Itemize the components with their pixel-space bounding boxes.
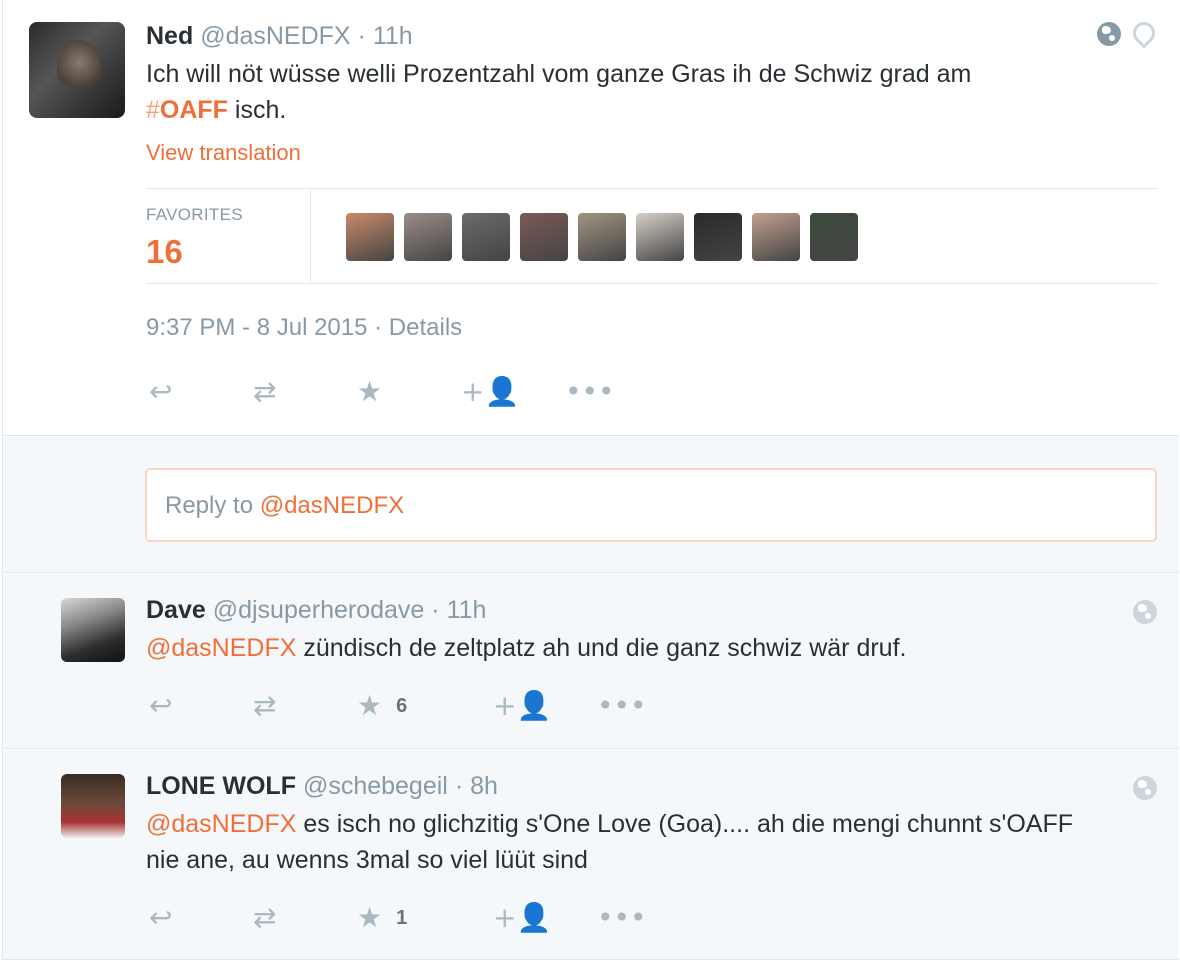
retweet-icon: ⇄	[253, 689, 277, 722]
author-name[interactable]: Ned	[146, 22, 193, 50]
location-pin-icon[interactable]	[1131, 22, 1153, 50]
tweet-header: Dave @djsuperherodave · 11h	[146, 596, 486, 625]
follow-icon: +👤	[461, 375, 520, 408]
globe-icon	[1133, 776, 1157, 800]
more-icon: •••	[597, 901, 647, 934]
separator: ·	[454, 772, 471, 800]
favoriter-avatar[interactable]	[578, 213, 626, 261]
mention-link[interactable]: @dasNEDFX	[146, 634, 296, 662]
view-translation-link[interactable]: View translation	[146, 140, 301, 166]
reply-placeholder: Reply to @dasNEDFX	[165, 492, 404, 520]
reply-input[interactable]: Reply to @dasNEDFX	[145, 468, 1157, 542]
stats-divider	[310, 189, 311, 283]
author-name[interactable]: LONE WOLF	[146, 772, 296, 800]
hashtag-symbol: #	[146, 96, 160, 124]
more-button[interactable]: •••	[565, 376, 669, 408]
favoriter-avatar[interactable]	[404, 213, 452, 261]
reply-icon: ↩	[149, 901, 173, 934]
tweet-time[interactable]: 8h	[470, 772, 498, 800]
hashtag-text: OAFF	[159, 96, 228, 124]
timestamp-text: 9:37 PM - 8 Jul 2015	[146, 314, 368, 341]
globe-icon	[1133, 600, 1157, 624]
favoriter-avatar[interactable]	[520, 213, 568, 261]
favoriter-avatars	[346, 213, 858, 261]
more-button[interactable]: •••	[597, 902, 701, 934]
reply-placeholder-text: Reply to	[165, 492, 260, 519]
avatar[interactable]	[61, 774, 125, 838]
retweet-icon: ⇄	[253, 901, 277, 934]
tweet-text: @dasNEDFX es isch no glichzitig s'One Lo…	[146, 806, 1106, 878]
tweet-text: Ich will nöt wüsse welli Prozentzahl vom…	[146, 56, 1146, 128]
author-handle[interactable]: @djsuperherodave	[213, 596, 425, 624]
reply-composer-area: Reply to @dasNEDFX	[3, 437, 1179, 573]
favoriter-avatar[interactable]	[752, 213, 800, 261]
tweet-timestamp: 9:37 PM - 8 Jul 2015 · Details	[146, 314, 462, 342]
tweet-actions: ↩ ⇄ ★ 1 +👤 •••	[149, 902, 701, 934]
tweet-text-body: Ich will nöt wüsse welli Prozentzahl vom…	[146, 60, 972, 88]
reply-icon: ↩	[149, 375, 173, 408]
tweet-stats: FAVORITES 16	[146, 188, 1158, 284]
reply-icon: ↩	[149, 689, 173, 722]
tweet-actions: ↩ ⇄ ★ 6 +👤 •••	[149, 690, 701, 722]
favorite-count: 6	[396, 694, 408, 717]
follow-button[interactable]: +👤	[493, 902, 597, 934]
tweet-permalink: Ned @dasNEDFX · 11h Ich will nöt wüsse w…	[2, 0, 1179, 960]
reply-tweet[interactable]: Dave @djsuperherodave · 11h @dasNEDFX zü…	[3, 574, 1179, 749]
favoriter-avatar[interactable]	[346, 213, 394, 261]
more-icon: •••	[565, 375, 615, 408]
author-handle[interactable]: @dasNEDFX	[200, 22, 350, 50]
star-icon: ★	[357, 689, 383, 722]
tweet-text-body: zündisch de zeltplatz ah und die ganz sc…	[296, 634, 907, 662]
more-icon: •••	[597, 689, 647, 722]
favoriter-avatar[interactable]	[810, 213, 858, 261]
separator: ·	[431, 596, 447, 624]
tweet-actions: ↩ ⇄ ★ +👤 •••	[149, 376, 669, 408]
retweet-button[interactable]: ⇄	[253, 902, 357, 934]
retweet-icon: ⇄	[253, 375, 277, 408]
author-name[interactable]: Dave	[146, 596, 206, 624]
details-link[interactable]: Details	[389, 314, 462, 341]
favoriter-avatar[interactable]	[636, 213, 684, 261]
separator: ·	[357, 22, 373, 50]
retweet-button[interactable]: ⇄	[253, 690, 357, 722]
reply-button[interactable]: ↩	[149, 376, 253, 408]
favorites-count[interactable]: 16	[146, 233, 183, 271]
main-tweet: Ned @dasNEDFX · 11h Ich will nöt wüsse w…	[3, 0, 1179, 436]
follow-icon: +👤	[493, 689, 552, 722]
favoriter-avatar[interactable]	[462, 213, 510, 261]
mention-link[interactable]: @dasNEDFX	[146, 810, 296, 838]
reply-button[interactable]: ↩	[149, 690, 253, 722]
reply-placeholder-mention: @dasNEDFX	[259, 492, 405, 519]
follow-button[interactable]: +👤	[493, 690, 597, 722]
star-icon: ★	[357, 375, 383, 408]
avatar[interactable]	[61, 598, 125, 662]
tweet-header: Ned @dasNEDFX · 11h	[146, 20, 413, 52]
favorites-label: FAVORITES	[146, 205, 243, 224]
favorite-button[interactable]: ★	[357, 376, 461, 408]
favorite-button[interactable]: ★ 1	[357, 902, 493, 934]
separator: ·	[367, 314, 389, 341]
follow-button[interactable]: +👤	[461, 376, 565, 408]
tweet-text-end: isch.	[227, 96, 287, 124]
tweet-header: LONE WOLF @schebegeil · 8h	[146, 772, 498, 801]
tweet-meta-icons	[1097, 22, 1153, 50]
favoriter-avatar[interactable]	[694, 213, 742, 261]
reply-button[interactable]: ↩	[149, 902, 253, 934]
favorite-count: 1	[396, 906, 408, 929]
follow-icon: +👤	[493, 901, 552, 934]
tweet-time[interactable]: 11h	[447, 596, 487, 624]
retweet-button[interactable]: ⇄	[253, 376, 357, 408]
tweet-time[interactable]: 11h	[373, 22, 413, 50]
favorite-button[interactable]: ★ 6	[357, 690, 493, 722]
hashtag-link[interactable]: #OAFF	[146, 96, 228, 124]
author-handle[interactable]: @schebegeil	[303, 772, 448, 800]
tweet-text: @dasNEDFX zündisch de zeltplatz ah und d…	[146, 630, 1146, 666]
more-button[interactable]: •••	[597, 690, 701, 722]
reply-tweet[interactable]: LONE WOLF @schebegeil · 8h @dasNEDFX es …	[3, 750, 1179, 960]
star-icon: ★	[357, 901, 383, 934]
globe-icon	[1097, 22, 1121, 46]
avatar[interactable]	[29, 22, 125, 118]
